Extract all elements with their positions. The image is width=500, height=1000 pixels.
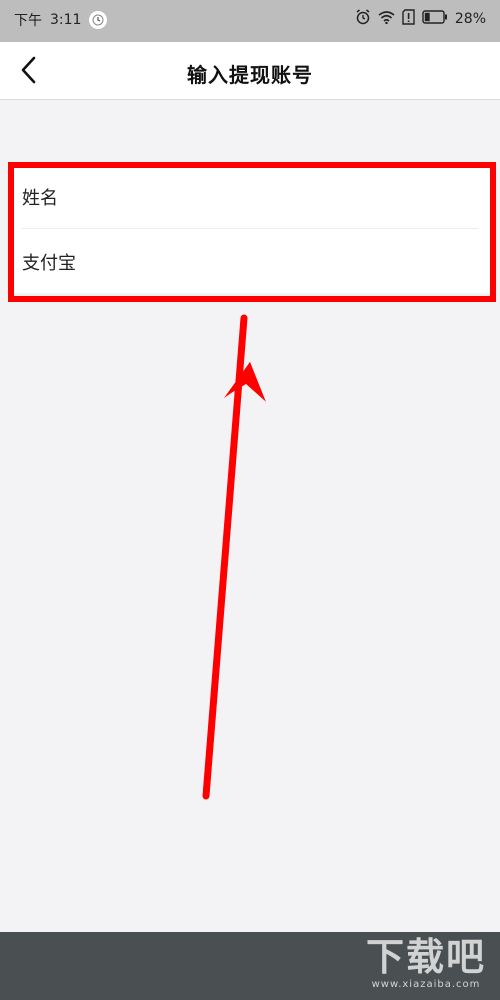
- battery-percent: 28%: [454, 11, 486, 27]
- sim-alert-icon: [402, 9, 415, 29]
- clock-icon: [89, 11, 108, 29]
- arrow-head: [224, 362, 266, 402]
- battery-icon: [422, 10, 448, 28]
- screen: 下午 3:11 28% 输入提现账号 姓名 支付宝 下载吧 www.xiazai…: [0, 0, 500, 1000]
- status-left: 下午 3:11: [14, 10, 108, 30]
- account-form: 姓名 支付宝: [10, 163, 490, 293]
- alipay-field-label: 支付宝: [22, 253, 76, 274]
- status-time: 3:11: [50, 12, 82, 28]
- status-period: 下午: [14, 13, 42, 29]
- watermark: 下载吧 www.xiazaiba.com: [366, 936, 486, 992]
- name-field-label: 姓名: [22, 188, 58, 209]
- status-bar: 下午 3:11 28%: [0, 0, 500, 42]
- alarm-icon: [355, 9, 371, 29]
- status-right: 28%: [355, 9, 486, 29]
- nav-bar: 输入提现账号: [0, 42, 500, 100]
- name-field[interactable]: 姓名: [10, 163, 490, 228]
- watermark-main: 下载吧: [365, 935, 486, 979]
- arrow-annotation: [202, 314, 266, 800]
- wifi-icon: [378, 10, 395, 28]
- page-title: 输入提现账号: [187, 63, 313, 87]
- alipay-field[interactable]: 支付宝: [10, 228, 490, 293]
- watermark-sub: www.xiazaiba.com: [371, 979, 481, 990]
